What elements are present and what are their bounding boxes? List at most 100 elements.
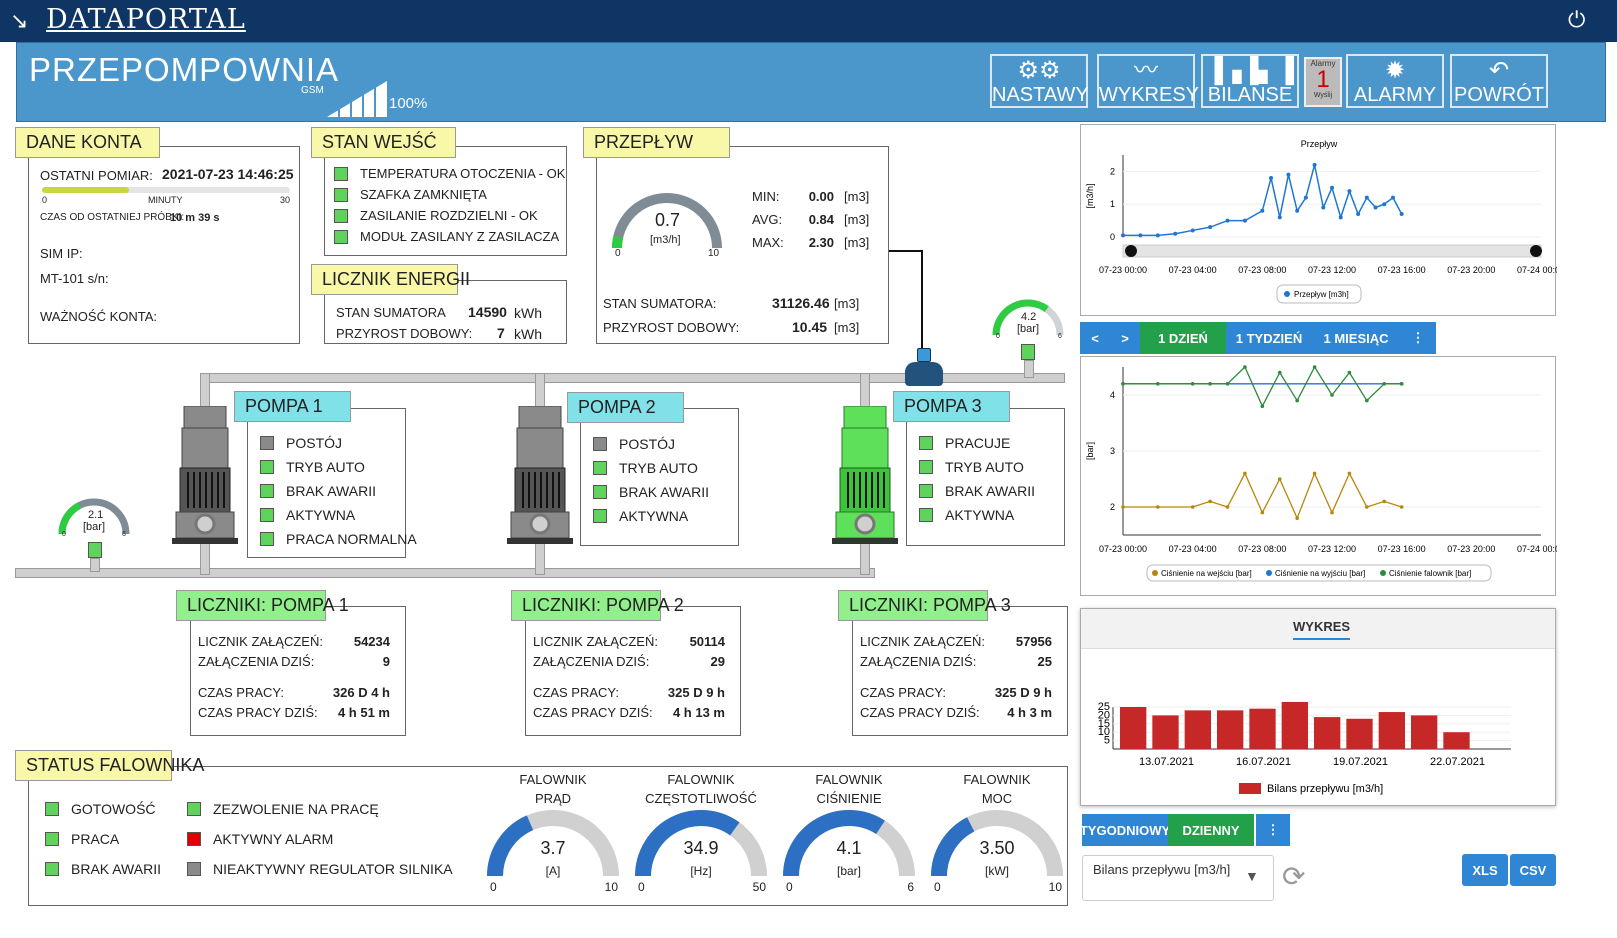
status-label: ZEZWOLENIE NA PRACĘ [213,801,379,817]
status-label: BRAK AWARII [945,483,1035,499]
status-label: PRACA [71,831,120,847]
status-indicator [260,436,274,450]
data-point [1155,233,1160,238]
powrot-button[interactable]: ↶ POWRÓT [1450,54,1548,108]
x-tick-label: 07-23 12:00 [1308,265,1356,275]
data-point [1225,218,1230,223]
inverter-status-left: GOTOWOŚĆ PRACA BRAK AWARII [45,794,161,884]
period-month-button[interactable]: 1 MIESIĄC [1312,322,1400,354]
status-label: AKTYWNA [619,508,689,524]
gsm-percent: 100% [389,95,428,112]
validity-label: WAŻNOŚĆ KONTA: [40,309,157,324]
counter-row: LICZNIK ZAŁĄCZEŃ: 57956 [860,634,1052,649]
data-point [1121,233,1125,238]
gauge-unit: [kW] [985,864,1009,878]
power-icon[interactable]: ⏻ [1568,7,1585,33]
y-tick-label: 0 [1110,232,1115,242]
wykresy-button[interactable]: 〰 WYKRESY [1097,54,1199,108]
inverter-gauge: FALOWNIK PRĄD 3.7 [A] 0 10 [480,770,626,900]
data-point [1390,195,1395,200]
data-point [1295,208,1300,213]
list-item: AKTYWNA [260,503,417,527]
gauge-unit: [Hz] [690,864,712,878]
bar[interactable] [1120,707,1147,749]
daily-button[interactable]: DZIENNY [1168,814,1254,846]
chart-scrollbar[interactable] [1122,244,1542,258]
balance-select[interactable]: Bilans przepływu [m3/h] ▼ [1082,855,1274,901]
period-week-button[interactable]: 1 TYDZIEŃ [1226,322,1312,354]
bar[interactable] [1346,718,1373,749]
bar[interactable] [1152,715,1179,749]
bar[interactable] [1378,712,1405,749]
data-point [1277,477,1282,481]
gears-icon: ⚙⚙ [1017,57,1061,84]
period-next-button[interactable]: > [1110,322,1140,354]
pressure-chart: 2 3 4 07-23 00:00 07-23 04:00 07-23 08:00 07-2… [1080,356,1565,596]
bar[interactable] [1217,710,1244,749]
weekly-button[interactable]: TYGODNIOWY [1080,814,1170,846]
status-indicator [45,802,59,816]
counter-row: CZAS PRACY: 326 D 4 h [198,685,390,700]
status-indicator [187,862,201,876]
counter-label: ZAŁĄCZENIA DZIŚ: [860,654,977,669]
bar-max: 30 [280,195,291,205]
bilanse-button[interactable]: ▐▗▐▖▐ BILANSE [1201,54,1299,108]
alarmy-button[interactable]: ✹ ALARMY [1346,54,1444,108]
data-point [1347,471,1352,476]
data-point [1121,505,1125,509]
flow-meter-icon [905,348,943,388]
bar[interactable] [1184,710,1211,749]
pump-2-icon [507,406,573,544]
counter-row: ZAŁĄCZENIA DZIŚ: 29 [533,654,725,669]
pipe-inlet [15,568,875,578]
alarm-counter[interactable]: Alarmy 1 Wyślij [1304,57,1342,107]
legend-marker [1239,783,1261,794]
list-item: TEMPERATURA OTOCZENIA - OK [334,163,565,184]
period-day-button[interactable]: 1 DZIEŃ [1140,322,1226,354]
gauge-subtitle: CZĘSTOTLIWOŚĆ [645,791,757,806]
status-indicator [45,832,59,846]
pump-2-status: POSTÓJ TRYB AUTO BRAK AWARII AKTYWNA [593,432,709,528]
pressure-out-max: 6 [1058,333,1062,340]
scroll-right-icon[interactable] [1530,245,1542,257]
status-label: BRAK AWARII [619,484,709,500]
balance-chart-svg: 51015202513.07.2021 16.07.2021 19.07.2021 2… [1098,701,1511,795]
bar[interactable] [1443,732,1470,749]
series-line [1123,164,1403,237]
data-point [1190,505,1195,509]
status-label: BRAK AWARII [71,861,161,877]
status-indicator [919,484,933,498]
collapse-arrow-icon[interactable]: ↘ [10,8,28,34]
data-point [1347,189,1352,194]
status-label: TRYB AUTO [945,459,1024,475]
xls-button[interactable]: XLS [1462,854,1508,886]
period-prev-button[interactable]: < [1080,322,1110,354]
bar[interactable] [1411,715,1438,749]
logo[interactable]: DATAPORTAL [46,4,246,35]
data-point [1156,505,1160,509]
pump-1-title: POMPA 1 [234,391,351,422]
bar[interactable] [1314,717,1341,749]
x-tick-label: 22.07.2021 [1430,756,1485,768]
nastawy-button[interactable]: ⚙⚙ NASTAWY [990,54,1089,108]
csv-button[interactable]: CSV [1510,854,1556,886]
bar[interactable] [1281,701,1308,749]
period-more-menu-icon[interactable]: ⋮ [1400,322,1436,354]
status-indicator [45,862,59,876]
pressure-out-sensor [1021,344,1035,360]
signal-bars-icon [327,81,387,117]
refresh-icon[interactable]: ⟳ [1282,860,1305,893]
tab-wykres[interactable]: WYKRES [1293,619,1351,640]
x-tick-label: 07-23 04:00 [1169,265,1217,275]
pressure-out-min: 0 [996,333,1000,340]
gauge-max: 10 [604,880,618,894]
flow-title: PRZEPŁYW [583,127,730,158]
scroll-left-icon[interactable] [1125,245,1137,257]
pressure-in-sensor [88,542,102,558]
status-label: PRACA NORMALNA [286,531,417,547]
flow-daily-value: 10.45 [792,319,828,335]
counter-row: CZAS PRACY: 325 D 9 h [860,685,1052,700]
balance-more-menu-icon[interactable]: ⋮ [1256,814,1290,846]
series-line [1123,365,1402,408]
bar[interactable] [1249,708,1276,749]
